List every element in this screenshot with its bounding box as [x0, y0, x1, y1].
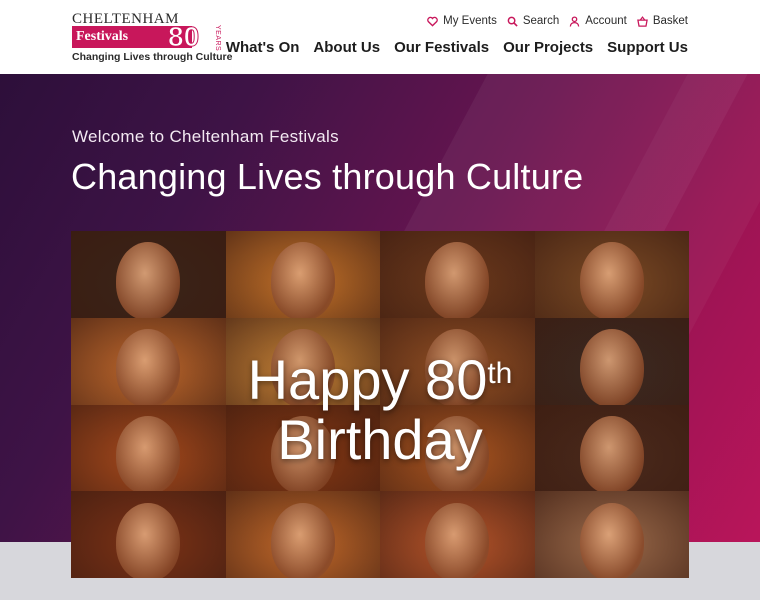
nav-support-us[interactable]: Support Us — [607, 39, 688, 56]
video-title-line1: Happy 80th — [247, 347, 513, 411]
nav-about-us[interactable]: About Us — [313, 39, 380, 56]
search-icon — [507, 16, 518, 27]
search-label: Search — [522, 15, 560, 27]
nav-our-projects[interactable]: Our Projects — [503, 39, 593, 56]
site-header: CHELTENHAM Festivals 80 YEARS Changing L… — [0, 0, 760, 74]
logo-anniversary: 80 — [167, 21, 200, 52]
hero-headline: Changing Lives through Culture — [71, 156, 584, 197]
search-link[interactable]: Search — [507, 15, 559, 27]
basket-link[interactable]: Basket — [636, 15, 688, 27]
hero-welcome: Welcome to Cheltenham Festivals — [72, 127, 339, 146]
logo-festivals: Festivals — [76, 29, 129, 44]
video-title-text: Happy 80 — [247, 347, 488, 411]
user-icon — [569, 15, 580, 27]
nav-whats-on[interactable]: What's On — [226, 39, 300, 56]
video-title-line2: Birthday — [277, 407, 483, 471]
account-label: Account — [585, 15, 627, 27]
logo-tagline: Changing Lives through Culture — [72, 51, 233, 63]
heart-icon — [427, 16, 438, 27]
my-events-link[interactable]: My Events — [427, 15, 497, 27]
account-link[interactable]: Account — [569, 15, 627, 27]
logo-name: CHELTENHAM — [72, 11, 179, 27]
basket-icon — [636, 15, 648, 27]
video-title-overlay: Happy 80th Birthday — [71, 231, 689, 578]
main-nav: What's On About Us Our Festivals Our Pro… — [226, 39, 688, 56]
site-logo[interactable]: CHELTENHAM Festivals 80 YEARS Changing L… — [72, 11, 232, 67]
video-title-sup: th — [487, 356, 513, 390]
birthday-video[interactable]: Happy 80th Birthday — [71, 231, 689, 578]
nav-our-festivals[interactable]: Our Festivals — [394, 39, 489, 56]
logo-years: YEARS — [214, 25, 221, 52]
utility-nav: My Events Search Account Basket — [427, 15, 688, 27]
basket-label: Basket — [652, 15, 688, 27]
my-events-label: My Events — [443, 15, 497, 27]
